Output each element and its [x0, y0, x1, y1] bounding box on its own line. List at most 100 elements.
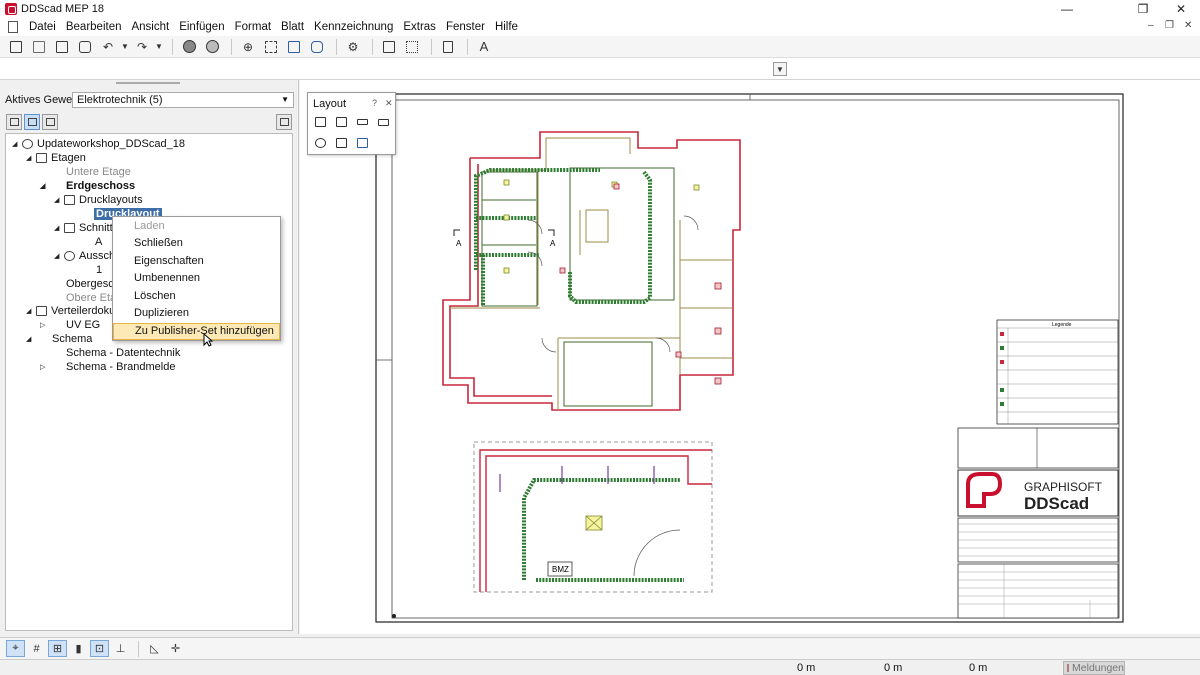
collapse-tree-button[interactable]	[276, 114, 292, 130]
open-file-icon[interactable]	[29, 38, 49, 56]
snap-pointer-icon[interactable]: ⌖	[6, 640, 25, 657]
save-icon[interactable]	[52, 38, 72, 56]
snap-toolbar: ⌖ # ⊞ ▮ ⊡ ⊥ ◺ ✛	[0, 637, 1200, 659]
new-file-icon[interactable]	[6, 38, 26, 56]
settings-icon[interactable]: ⚙	[343, 38, 363, 56]
document-icon[interactable]	[8, 21, 18, 33]
expanded-arrow-icon[interactable]: ◢	[12, 140, 22, 148]
toolbar-separator	[467, 38, 468, 55]
undo-dropdown-icon[interactable]: ▼	[121, 38, 129, 56]
text-icon[interactable]: A	[474, 38, 494, 56]
menu-bar: Datei Bearbeiten Ansicht Einfügen Format…	[0, 18, 1200, 36]
expanded-arrow-icon[interactable]: ◢	[26, 154, 36, 162]
undo-icon[interactable]: ↶	[98, 38, 118, 56]
menu-einfuegen[interactable]: Einfügen	[174, 21, 229, 33]
menu-bearbeiten[interactable]: Bearbeiten	[61, 21, 127, 33]
zoom-icon[interactable]: ⊕	[238, 38, 258, 56]
documents-view-button[interactable]	[42, 114, 58, 130]
measure-icon[interactable]: ◺	[145, 640, 164, 657]
panel-grip[interactable]	[116, 82, 180, 84]
mdi-restore-button[interactable]: ❐	[1165, 20, 1174, 31]
tree-node-schnitt-a[interactable]: A	[95, 235, 102, 249]
tree-node-erdgeschoss[interactable]: ◢ Erdgeschoss	[40, 179, 135, 193]
expanded-arrow-icon[interactable]: ◢	[26, 335, 36, 343]
insert-view-icon[interactable]	[357, 138, 368, 148]
folder-view-button[interactable]	[24, 114, 40, 130]
tree-node-project[interactable]: ◢ Updateworkshop_DDScad_18	[12, 137, 185, 151]
context-item-laden[interactable]: Laden	[113, 218, 280, 235]
menu-blatt[interactable]: Blatt	[276, 21, 309, 33]
redo-icon[interactable]: ↷	[132, 38, 152, 56]
messages-icon	[1067, 664, 1070, 672]
menu-hilfe[interactable]: Hilfe	[490, 21, 523, 33]
expanded-arrow-icon[interactable]: ◢	[54, 252, 64, 260]
stack-icon[interactable]	[307, 38, 327, 56]
tree-node-schnitte[interactable]: ◢ Schnitte	[54, 221, 119, 235]
active-trade-select[interactable]: Elektrotechnik (5) ▼	[72, 92, 294, 108]
layout-close-button[interactable]: ✕	[385, 98, 393, 109]
menu-ansicht[interactable]: Ansicht	[126, 21, 174, 33]
header-icon[interactable]	[357, 119, 368, 125]
page-icon[interactable]	[438, 38, 458, 56]
documents-icon	[36, 306, 47, 316]
minimize-button[interactable]: —	[1044, 0, 1090, 18]
logo-ddscad: DDScad	[1024, 494, 1089, 513]
crosshair-icon[interactable]: ✛	[166, 640, 185, 657]
context-item-umbenennen[interactable]: Umbenennen	[113, 270, 280, 287]
object-snap-icon[interactable]: ⊞	[48, 640, 67, 657]
command-bar[interactable]	[0, 58, 1200, 80]
mouse-cursor-icon	[203, 333, 213, 347]
grid-snap-icon[interactable]: #	[27, 640, 46, 657]
context-item-eigenschaften[interactable]: Eigenschaften	[113, 253, 280, 270]
point-snap-icon[interactable]: ⊡	[90, 640, 109, 657]
close-button[interactable]: ✕	[1158, 0, 1200, 18]
context-item-publisher-set[interactable]: Zu Publisher-Set hinzufügen	[113, 323, 280, 340]
mdi-minimize-button[interactable]: –	[1148, 20, 1154, 31]
expanded-arrow-icon[interactable]: ◢	[54, 196, 64, 204]
edit-layout-icon[interactable]	[315, 117, 326, 127]
menu-extras[interactable]: Extras	[398, 21, 441, 33]
context-item-loeschen[interactable]: Löschen	[113, 288, 280, 305]
text-frame-icon[interactable]	[378, 119, 389, 126]
coordinate-z: 0 m	[969, 662, 988, 674]
context-item-schliessen[interactable]: Schließen	[113, 235, 280, 252]
tree-node-untere-etage[interactable]: Untere Etage	[66, 165, 131, 179]
document-list-icon[interactable]	[336, 138, 347, 148]
menu-format[interactable]: Format	[230, 21, 276, 33]
tree-node-schema-datentechnik[interactable]: Schema - Datentechnik	[66, 346, 180, 360]
collapsed-arrow-icon[interactable]: ▷	[40, 363, 50, 371]
tree-node-drucklayouts[interactable]: ◢ Drucklayouts	[54, 193, 143, 207]
tree-node-etagen[interactable]: ◢ Etagen	[26, 151, 86, 165]
frame-icon[interactable]	[379, 38, 399, 56]
menu-kennzeichnung[interactable]: Kennzeichnung	[309, 21, 398, 33]
angle-snap-icon[interactable]: ⊥	[111, 640, 130, 657]
command-dropdown-icon[interactable]: ▼	[773, 62, 787, 76]
expanded-arrow-icon[interactable]: ◢	[40, 182, 50, 190]
drawing-canvas[interactable]: A A BMZ Legende GRAPHISOFT DDScad	[300, 80, 1200, 634]
rotate-view-icon[interactable]	[315, 138, 326, 148]
building-view-button[interactable]	[6, 114, 22, 130]
ortho-snap-icon[interactable]: ▮	[69, 640, 88, 657]
menu-fenster[interactable]: Fenster	[441, 21, 490, 33]
target-sphere-icon[interactable]	[202, 38, 222, 56]
expanded-arrow-icon[interactable]: ◢	[26, 307, 36, 315]
mdi-close-button[interactable]: ✕	[1184, 20, 1192, 31]
messages-button[interactable]: Meldungen	[1063, 661, 1125, 675]
expanded-arrow-icon[interactable]: ◢	[54, 224, 64, 232]
collapsed-arrow-icon[interactable]: ▷	[40, 321, 50, 329]
tree-node-ausschnitt-1[interactable]: 1	[96, 263, 102, 277]
tree-node-schema[interactable]: ◢ Schema	[26, 332, 92, 346]
app-logo-icon	[5, 3, 17, 15]
context-item-duplizieren[interactable]: Duplizieren	[113, 305, 280, 322]
layout-help-button[interactable]: ?	[372, 98, 377, 108]
render-sphere-icon[interactable]	[179, 38, 199, 56]
insert-frame-icon[interactable]	[402, 38, 422, 56]
tree-node-schema-brandmelde[interactable]: ▷ Schema - Brandmelde	[40, 360, 175, 374]
move-icon[interactable]	[261, 38, 281, 56]
menu-datei[interactable]: Datei	[24, 21, 61, 33]
edit-frame-icon[interactable]	[336, 117, 347, 127]
layers-icon[interactable]	[284, 38, 304, 56]
tree-node-uv-eg[interactable]: ▷ UV EG	[40, 318, 100, 332]
redo-dropdown-icon[interactable]: ▼	[155, 38, 163, 56]
print-icon[interactable]	[75, 38, 95, 56]
